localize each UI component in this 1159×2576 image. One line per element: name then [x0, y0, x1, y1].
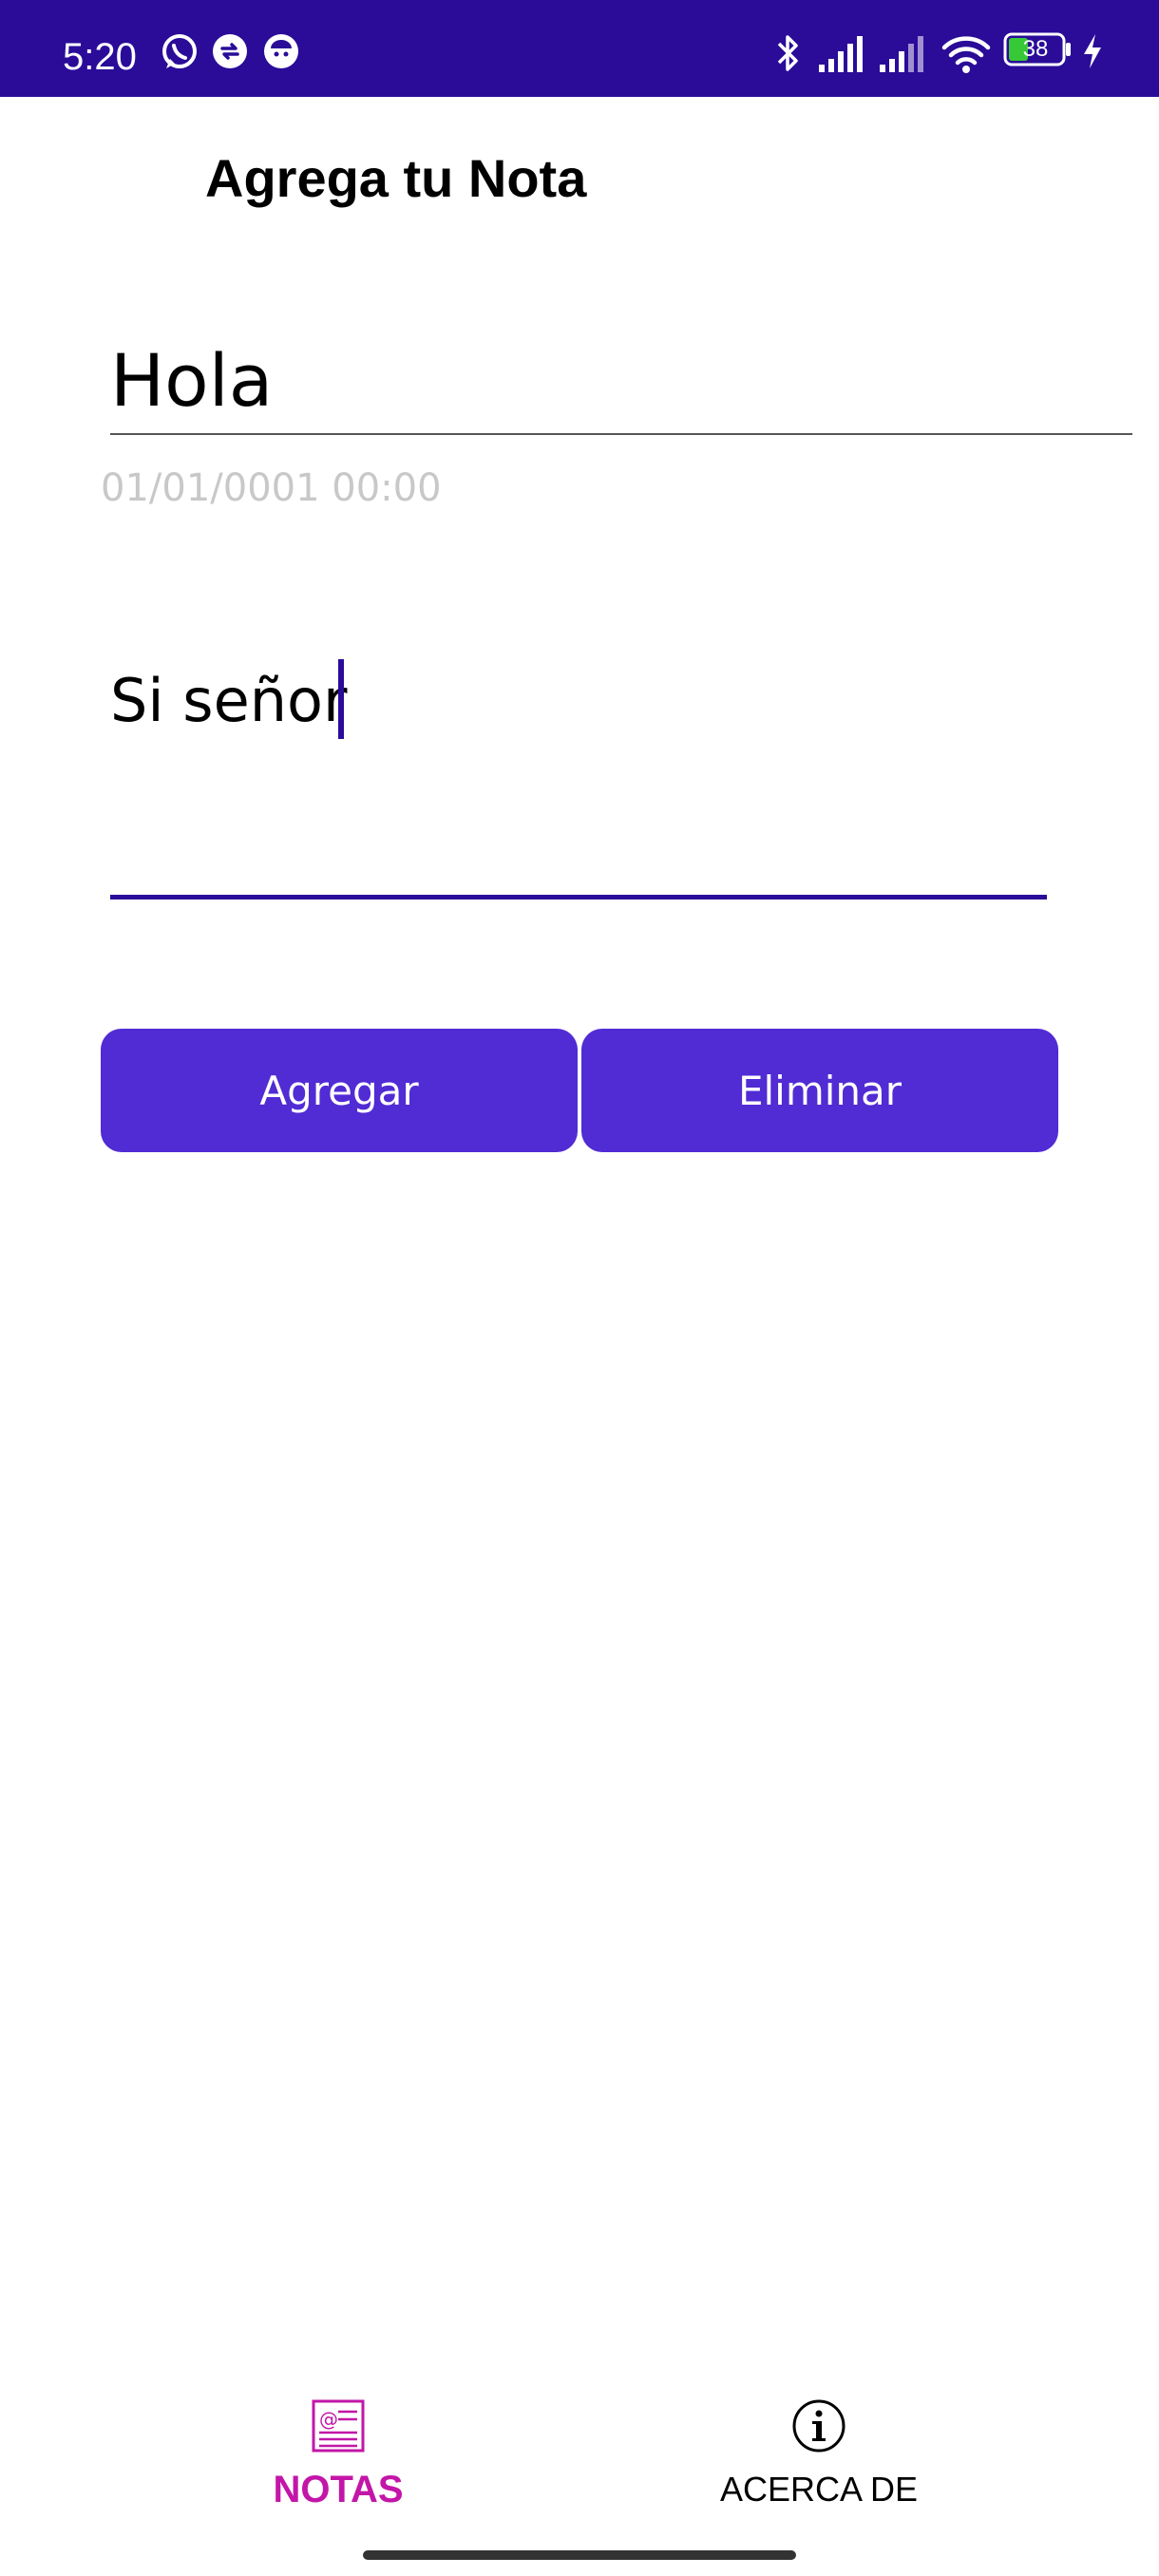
signal-icon — [817, 32, 868, 79]
tab-label-acerca-de: ACERCA DE — [719, 2470, 919, 2509]
mascot-app-icon — [262, 32, 300, 75]
notes-icon: @ — [310, 2397, 367, 2459]
status-bar: 5:20 38 — [0, 0, 1159, 97]
note-body-value: Si señor — [110, 666, 348, 735]
info-icon — [790, 2397, 847, 2459]
home-indicator[interactable] — [363, 2550, 796, 2560]
text-cursor — [338, 659, 344, 739]
charging-icon — [1081, 32, 1104, 75]
signal-icon-2 — [878, 32, 929, 79]
add-button[interactable]: Agregar — [101, 1029, 578, 1152]
note-title-value: Hola — [110, 338, 274, 423]
battery-icon: 38 — [1003, 32, 1074, 66]
wifi-icon — [940, 32, 992, 79]
note-date: 01/01/0001 00:00 — [101, 466, 442, 510]
tab-acerca-de[interactable]: ACERCA DE — [629, 2375, 1009, 2546]
svg-text:@: @ — [319, 2408, 338, 2431]
bottom-tab-bar: @ NOTAS ACERCA DE — [0, 2375, 1159, 2576]
tab-notas[interactable]: @ NOTAS — [148, 2375, 528, 2546]
status-time: 5:20 — [63, 36, 137, 78]
note-body-field[interactable]: Si señor — [110, 646, 1047, 900]
note-title-field[interactable]: Hola — [110, 329, 1132, 435]
sync-app-icon — [211, 32, 249, 75]
delete-button[interactable]: Eliminar — [581, 1029, 1058, 1152]
page-title: Agrega tu Nota — [205, 148, 587, 208]
battery-level: 38 — [1022, 36, 1049, 62]
tab-label-notas: NOTAS — [273, 2469, 404, 2510]
whatsapp-icon — [160, 32, 200, 77]
bluetooth-icon — [775, 32, 802, 79]
